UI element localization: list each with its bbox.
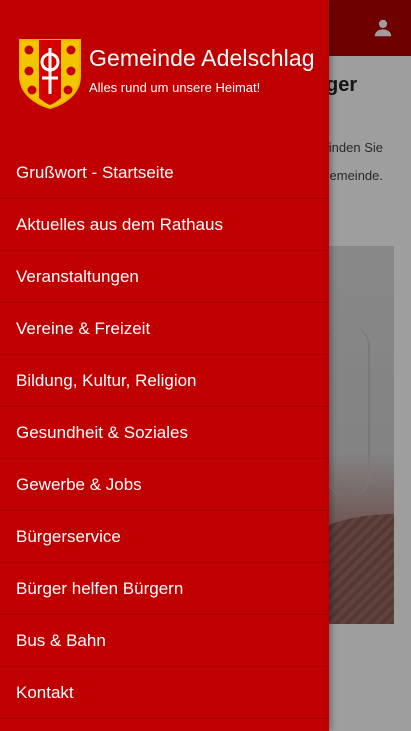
menu-item-label: Bildung, Kultur, Religion <box>16 370 197 390</box>
menu-item-label: Bus & Bahn <box>16 630 106 650</box>
menu-item-label: Aktuelles aus dem Rathaus <box>16 214 223 234</box>
coat-of-arms-icon <box>19 39 81 110</box>
menu-item-label: Bürger helfen Bürgern <box>16 578 184 598</box>
menu-item-gewerbe[interactable]: Gewerbe & Jobs <box>0 459 329 511</box>
menu-item-vereine[interactable]: Vereine & Freizeit <box>0 303 329 355</box>
menu-item-label: Veranstaltungen <box>16 266 139 286</box>
menu-item-buergerservice[interactable]: Bürgerservice <box>0 511 329 563</box>
menu-item-label: Gesundheit & Soziales <box>16 422 188 442</box>
menu-item-aktuelles[interactable]: Aktuelles aus dem Rathaus <box>0 199 329 251</box>
menu-item-label: Kontakt <box>16 682 74 702</box>
menu-item-kontakt[interactable]: Kontakt <box>0 667 329 719</box>
app-subtitle: Alles rund um unsere Heimat! <box>89 80 261 95</box>
menu-item-label: Grußwort - Startseite <box>16 162 174 182</box>
menu-item-buerger-helfen[interactable]: Bürger helfen Bürgern <box>0 563 329 615</box>
drawer-header: Gemeinde Adelschlag Alles rund um unsere… <box>0 0 329 140</box>
menu-item-label: Gewerbe & Jobs <box>16 474 142 494</box>
drawer-menu: Grußwort - Startseite Aktuelles aus dem … <box>0 147 329 719</box>
menu-item-veranstaltungen[interactable]: Veranstaltungen <box>0 251 329 303</box>
menu-item-label: Bürgerservice <box>16 526 121 546</box>
menu-item-label: Vereine & Freizeit <box>16 318 151 338</box>
menu-item-grusswort[interactable]: Grußwort - Startseite <box>0 147 329 199</box>
app-title: Gemeinde Adelschlag <box>89 45 315 71</box>
menu-item-gesundheit[interactable]: Gesundheit & Soziales <box>0 407 329 459</box>
navigation-drawer: Gemeinde Adelschlag Alles rund um unsere… <box>0 0 329 731</box>
menu-item-bus-bahn[interactable]: Bus & Bahn <box>0 615 329 667</box>
menu-item-bildung[interactable]: Bildung, Kultur, Religion <box>0 355 329 407</box>
